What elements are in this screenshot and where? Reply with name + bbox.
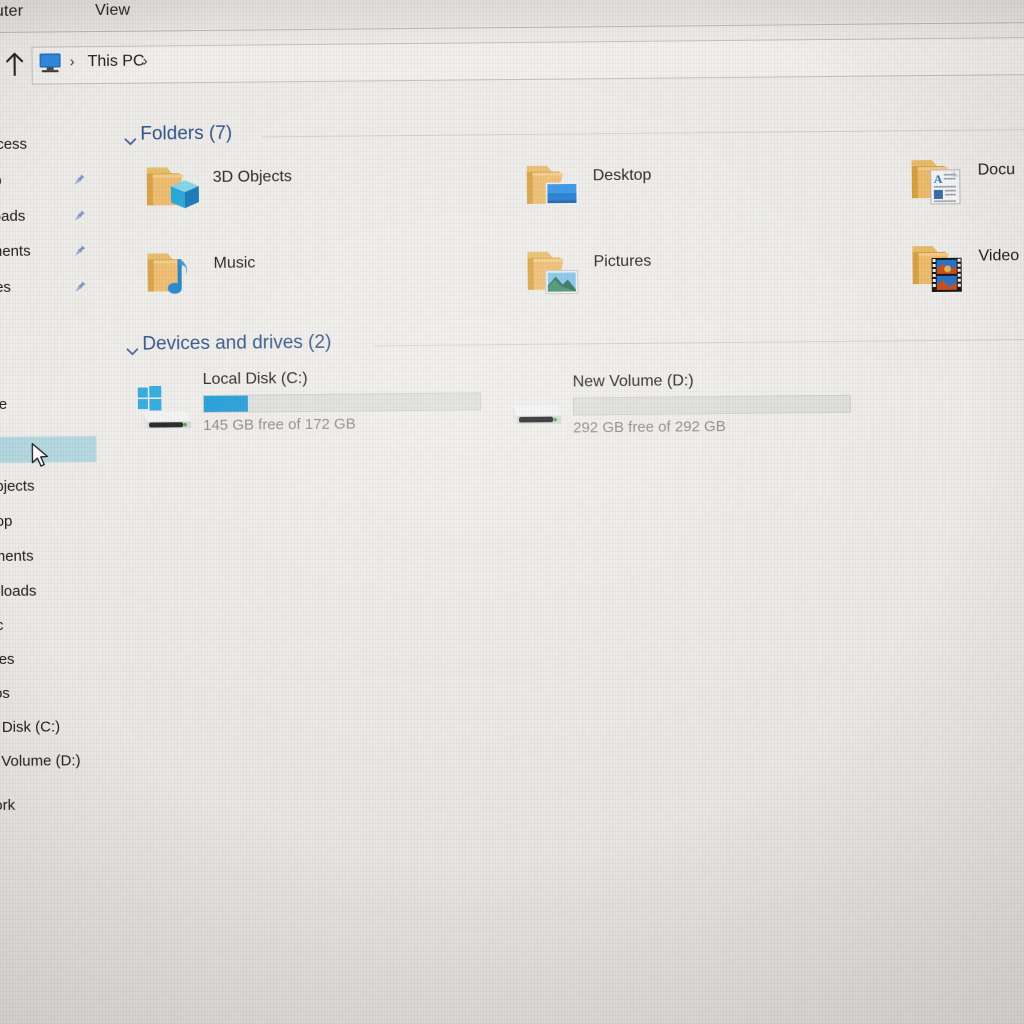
breadcrumb-this-pc[interactable]: This PC — [88, 53, 145, 72]
pin-icon[interactable] — [73, 209, 86, 222]
sidebar-item-label: rive — [0, 395, 8, 413]
breadcrumb-separator-2[interactable]: › — [143, 53, 148, 70]
folder-tile-desktop[interactable]: Desktop — [521, 155, 852, 232]
folder-tile-label: Video — [978, 247, 1020, 265]
folder-tile-music[interactable]: Music — [141, 242, 472, 319]
ribbon-tab-computer[interactable]: omputer — [0, 3, 23, 22]
folder-tile-label: Pictures — [593, 252, 652, 271]
sidebar-item-label: ures — [0, 650, 15, 668]
sidebar-item-pictures[interactable]: ures — [0, 274, 11, 300]
group-rule-folders — [262, 128, 1024, 138]
mouse-pointer — [31, 442, 51, 470]
sidebar-item-music-2[interactable]: sic — [0, 612, 3, 638]
sidebar-item-network[interactable]: vork — [0, 792, 15, 818]
chevron-down-icon-devices[interactable] — [124, 344, 140, 360]
folder-tile-videos[interactable]: Video — [906, 235, 1024, 312]
folder-tile-3d-objects[interactable]: 3D Objects — [141, 156, 472, 233]
folder-tile-label: 3D Objects — [212, 168, 292, 186]
pin-icon[interactable] — [73, 244, 86, 257]
sidebar-item-onedrive[interactable]: rive — [0, 391, 7, 417]
drive-tile-local-disk-c[interactable]: Local Disk (C:) 145 GB free of 172 GB — [133, 368, 494, 449]
group-header-devices[interactable]: Devices and drives (2) — [142, 332, 331, 356]
explorer-window: omputer View › This PC › access top nloads… — [0, 0, 1024, 1024]
folder-tile-documents[interactable]: A Docu — [906, 149, 1024, 226]
sidebar-item-label: top — [0, 171, 2, 188]
navigation-pane[interactable]: accesstopnloadsumentsuresicosriveCObject… — [0, 90, 116, 951]
sidebar-item-label: ctop — [0, 512, 13, 530]
sidebar-item-label: eos — [0, 684, 10, 702]
sidebar-item-3d-objects[interactable]: Objects — [0, 473, 35, 499]
group-rule-devices — [374, 338, 1024, 347]
pin-icon[interactable] — [74, 280, 87, 293]
sidebar-item-documents-2[interactable]: uments — [0, 543, 34, 569]
sidebar-item-label: Objects — [0, 477, 35, 495]
chevron-down-icon-folders[interactable] — [122, 134, 138, 150]
drive-name: New Volume (D:) — [572, 372, 694, 391]
photographed-screen: omputer View › This PC › access top nloads… — [0, 0, 1024, 1024]
drive-usage-bar — [202, 392, 481, 414]
folder-music-icon — [141, 245, 206, 304]
sidebar-item-documents[interactable]: uments — [0, 238, 31, 264]
pin-icon[interactable] — [73, 173, 86, 186]
drive-usage-fill — [203, 395, 249, 413]
folder-tile-pictures[interactable]: Pictures — [521, 241, 852, 318]
sidebar-item-desktop[interactable]: top — [0, 167, 2, 193]
drive-free-space: 145 GB free of 172 GB — [203, 415, 356, 435]
breadcrumb-separator-1[interactable]: › — [70, 53, 75, 70]
folder-desktop-icon — [521, 157, 586, 216]
svg-text:A: A — [934, 172, 943, 186]
folder-tile-label: Desktop — [592, 166, 652, 185]
sidebar-item-desktop-2[interactable]: ctop — [0, 508, 12, 534]
address-bar[interactable] — [31, 36, 1024, 85]
sidebar-item-label: uments — [0, 242, 31, 260]
sidebar-item-label: vnloads — [0, 582, 37, 600]
folder-pictures-icon — [521, 243, 586, 302]
sidebar-item-label: uments — [0, 547, 34, 565]
folder-tile-label: Docu — [977, 161, 1016, 179]
drive-free-space: 292 GB free of 292 GB — [573, 418, 726, 437]
sidebar-item-pictures-2[interactable]: ures — [0, 646, 15, 672]
sidebar-item-label: al Disk (C:) — [0, 717, 61, 736]
this-pc-monitor-icon[interactable] — [38, 52, 64, 74]
folder-videos-icon — [906, 238, 971, 297]
sidebar-item-label: access — [0, 135, 28, 153]
arrow-up-icon[interactable] — [4, 51, 26, 79]
folder-tile-label: Music — [213, 254, 256, 272]
sidebar-item-label: nloads — [0, 207, 26, 225]
sidebar-item-label: vork — [0, 796, 16, 814]
sidebar-item-label: ures — [0, 278, 12, 296]
sidebar-item-downloads[interactable]: nloads — [0, 203, 25, 229]
sidebar-item-label: w Volume (D:) — [0, 751, 81, 770]
sidebar-item-videos-2[interactable]: eos — [0, 680, 10, 706]
ribbon-tab-view[interactable]: View — [95, 2, 130, 20]
windows-drive-icon — [133, 385, 197, 434]
sidebar-item-downloads-2[interactable]: vnloads — [0, 578, 37, 604]
sidebar-item-local-disk-c[interactable]: al Disk (C:) — [0, 713, 60, 740]
drive-usage-bar — [572, 394, 852, 416]
folder-3d-objects-icon — [141, 159, 206, 218]
sidebar-item-new-volume-d[interactable]: w Volume (D:) — [0, 747, 81, 774]
hard-drive-icon — [503, 388, 567, 437]
sidebar-item-quick-access[interactable]: access — [0, 131, 27, 157]
drive-tile-new-volume-d[interactable]: New Volume (D:) 292 GB free of 292 GB — [503, 371, 864, 452]
sidebar-item-label: sic — [0, 616, 4, 634]
folder-documents-icon: A — [906, 152, 971, 211]
group-header-folders[interactable]: Folders (7) — [140, 123, 232, 146]
drive-name: Local Disk (C:) — [202, 370, 308, 389]
